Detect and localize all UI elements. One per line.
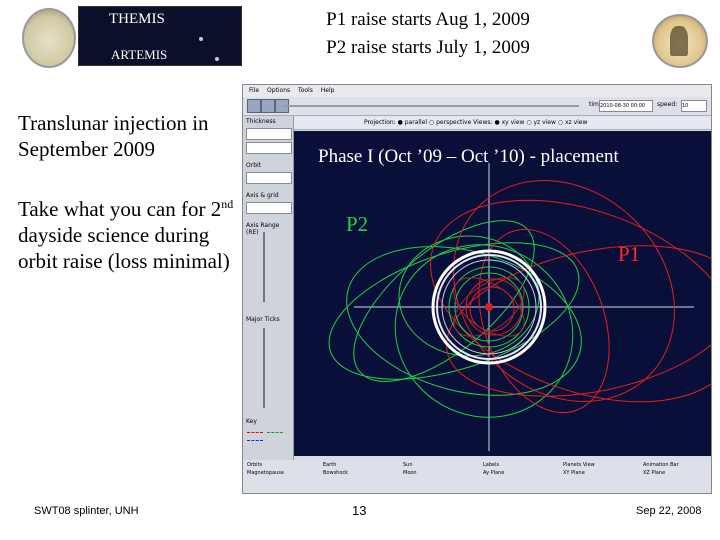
p2-label: P2: [346, 212, 369, 236]
figure-icon: [670, 26, 688, 56]
legend-animation-bar[interactable]: Animation Bar: [643, 462, 679, 468]
themis-logo-left: [22, 8, 76, 68]
slide-number: 13: [352, 503, 367, 518]
key-label: Key: [246, 418, 257, 425]
orbit-plot-svg: [328, 163, 711, 451]
banner-artemis-text: ARTEMIS: [111, 47, 168, 62]
satellite-icon: [215, 57, 219, 61]
axis-range-label: Axis Range (RE): [246, 222, 280, 236]
toolbar: time: 2010-08-30 00:00 speed: 10: [243, 97, 711, 116]
p1-orbits: [430, 180, 711, 414]
play-button[interactable]: [261, 99, 275, 113]
time-slider[interactable]: [283, 105, 579, 107]
axis-grid-field[interactable]: [246, 202, 292, 214]
themis-artemis-banner: THEMIS ARTEMIS: [78, 6, 242, 66]
time-field[interactable]: 2010-08-30 00:00: [599, 100, 653, 112]
projection-options-bar[interactable]: Projection: ● parallel ○ perspective Vie…: [294, 116, 711, 130]
speed-label: speed:: [657, 101, 678, 108]
axis-range-slider[interactable]: [263, 232, 265, 302]
header-line-2: P2 raise starts July 1, 2009: [326, 37, 530, 58]
location-info-legend: Orbits Magnetopause Earth Bowshock Sun M…: [243, 460, 711, 493]
speed-field[interactable]: 10: [681, 100, 707, 112]
step-back-button[interactable]: [247, 99, 261, 113]
menu-help[interactable]: Help: [321, 87, 335, 94]
left-text-dayside-sup: nd: [221, 197, 234, 211]
legend-planets-view[interactable]: Planets View: [563, 462, 595, 468]
footer-date: Sep 22, 2008: [636, 505, 702, 517]
orbit-label: Orbit: [246, 162, 262, 169]
legend-labels[interactable]: Labels: [483, 462, 499, 468]
earth-icon: [485, 303, 493, 311]
legend-sun[interactable]: Sun: [403, 462, 413, 468]
key-x-line: [247, 432, 263, 434]
key-z-line: [247, 440, 263, 442]
thickness-field-2[interactable]: [246, 142, 292, 154]
key-y-line: [267, 432, 283, 434]
legend-earth[interactable]: Earth: [323, 462, 336, 468]
legend-bowshock[interactable]: Bowshock: [323, 470, 348, 476]
legend-magnetopause[interactable]: Magnetopause: [247, 470, 284, 476]
footer-left: SWT08 splinter, UNH: [34, 505, 139, 517]
legend-ay-plane[interactable]: Ay Plane: [483, 470, 504, 476]
satellite-icon: [199, 37, 203, 41]
thickness-field[interactable]: [246, 128, 292, 140]
legend-orbits[interactable]: Orbits: [247, 462, 262, 468]
p1-label: P1: [618, 242, 641, 266]
legend-moon[interactable]: Moon: [403, 470, 417, 476]
major-ticks-label: Major Ticks: [246, 316, 280, 323]
legend-xz-plane[interactable]: XZ Plane: [643, 470, 665, 476]
left-text-dayside-2: dayside science during orbit raise (loss…: [18, 223, 230, 273]
orbit-plot: [294, 131, 711, 456]
left-text-dayside: Take what you can for 2nd dayside scienc…: [18, 196, 240, 274]
phase-label: Phase I (Oct ’09 – Oct ’10) - placement: [318, 146, 619, 167]
menu-options[interactable]: Options: [267, 87, 290, 94]
banner-themis-text: THEMIS: [109, 11, 165, 27]
header-title: P1 raise starts Aug 1, 2009 P2 raise sta…: [270, 6, 586, 62]
menu-tools[interactable]: Tools: [298, 87, 313, 94]
header-line-1: P1 raise starts Aug 1, 2009: [326, 9, 530, 30]
thickness-label: Thickness: [246, 118, 276, 125]
left-text-dayside-1: Take what you can for 2: [18, 197, 222, 221]
axis-grid-label: Axis & grid: [246, 192, 279, 199]
legend-xy-plane[interactable]: XY Plane: [563, 470, 585, 476]
left-text-translunar: Translunar injection in September 2009: [18, 111, 209, 161]
control-sidebar: Thickness Orbit Axis & grid Axis Range (…: [243, 116, 294, 493]
menu-file[interactable]: File: [249, 87, 259, 94]
orbit-field[interactable]: [246, 172, 292, 184]
major-ticks-slider[interactable]: [263, 328, 265, 408]
menu-bar: File Options Tools Help: [243, 85, 711, 97]
artemis-logo-right: [652, 14, 708, 68]
